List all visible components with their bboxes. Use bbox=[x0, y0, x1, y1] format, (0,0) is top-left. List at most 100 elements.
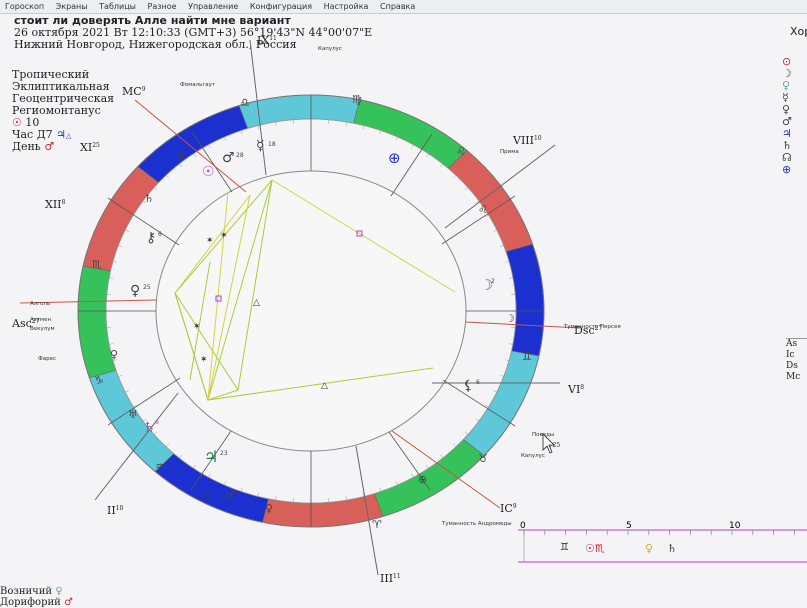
ix-label: IX11 bbox=[257, 34, 277, 47]
moon-icon: ☽ bbox=[782, 68, 792, 79]
zodiac-sign-segment bbox=[448, 150, 532, 251]
lilith-icon: ⚸ bbox=[463, 378, 473, 394]
chiron-degree: 6 bbox=[158, 231, 162, 238]
venus-icon: ♀ bbox=[645, 542, 653, 555]
degree-tick bbox=[346, 122, 347, 126]
degree-tick bbox=[493, 230, 497, 232]
earth-icon: ⊕ bbox=[418, 473, 427, 486]
degree-tick bbox=[453, 444, 456, 447]
degree-tick bbox=[465, 188, 468, 191]
degree-tick bbox=[485, 405, 488, 407]
sextile-icon: ✶ bbox=[220, 231, 228, 241]
strip-tick-label: 0 bbox=[520, 521, 526, 531]
mars-icon: ♂ bbox=[64, 597, 73, 608]
venus-degree: 25 bbox=[143, 284, 151, 291]
angle-row: Mc bbox=[786, 372, 807, 383]
degree-tick bbox=[154, 188, 157, 191]
degree-tick bbox=[166, 175, 169, 178]
degree-tick bbox=[396, 137, 398, 141]
star-label: Туманность Андромеды bbox=[441, 521, 512, 527]
sextile-icon: ✶ bbox=[200, 355, 208, 365]
mars-icon: ♂ bbox=[224, 489, 236, 504]
degree-tick bbox=[505, 360, 509, 361]
aries-icon: ♈ bbox=[372, 518, 382, 531]
degree-tick bbox=[118, 375, 122, 376]
trine-icon: △ bbox=[321, 381, 328, 391]
star-label: Фомальгаут bbox=[180, 82, 216, 88]
gemini-icon: ♊ bbox=[522, 350, 532, 363]
degree-tick bbox=[346, 496, 347, 500]
degree-tick bbox=[500, 245, 504, 246]
degree-tick bbox=[179, 164, 182, 167]
strip-tick-label: 10 bbox=[729, 521, 741, 531]
jupiter-degree: 23 bbox=[220, 450, 228, 457]
angles-table: As Ic Ds Mc bbox=[786, 338, 807, 383]
degree-tick bbox=[209, 474, 211, 477]
ic-label: IC9 bbox=[500, 502, 517, 515]
lilith-degree: 6 bbox=[476, 379, 480, 386]
degree-tick bbox=[241, 131, 242, 135]
capricorn-icon: ♑ bbox=[94, 374, 104, 387]
angle-row: As bbox=[786, 339, 807, 350]
degree-tick bbox=[380, 488, 381, 492]
degree-tick bbox=[363, 126, 364, 130]
sagittarius-icon: ♅ bbox=[128, 408, 138, 421]
degree-tick bbox=[380, 131, 381, 135]
xi-label: XI25 bbox=[80, 141, 100, 154]
scorpio-icon: ♏ bbox=[92, 258, 102, 271]
vi-label: VI8 bbox=[567, 383, 584, 396]
saturn-degree: 6 bbox=[155, 419, 159, 426]
star-label: Фарес bbox=[38, 356, 56, 362]
fortune-icon: ⊕ bbox=[782, 164, 791, 175]
degree-tick bbox=[465, 432, 468, 435]
degree-tick bbox=[440, 455, 443, 458]
venus-icon: ♀ bbox=[55, 586, 62, 597]
star-label: Туманность Персея bbox=[563, 324, 621, 330]
degree-tick bbox=[476, 419, 479, 421]
strip-tick-label: 5 bbox=[626, 521, 632, 531]
degree-tick bbox=[493, 390, 497, 392]
degree-tick bbox=[440, 164, 443, 167]
mercury-icon: ☿ bbox=[256, 138, 265, 154]
zodiac-sign-segment bbox=[506, 244, 544, 356]
degree-tick bbox=[500, 375, 504, 376]
degree-tick bbox=[258, 126, 259, 130]
bottom-star-name: Возничий bbox=[0, 586, 52, 597]
degree-tick bbox=[113, 261, 117, 262]
degree-tick bbox=[179, 455, 182, 458]
strip-ticks bbox=[524, 530, 794, 535]
sun-icon: ☉♏ bbox=[585, 542, 605, 555]
gemini-icon: ♊ bbox=[560, 542, 569, 553]
degree-tick bbox=[224, 481, 226, 485]
star-label: Алголь bbox=[30, 301, 50, 307]
star-label: Капулус bbox=[318, 46, 342, 52]
inner-circle bbox=[156, 171, 466, 451]
degree-tick bbox=[258, 493, 259, 497]
jupiter-ring-icon: ♃ bbox=[175, 150, 185, 163]
degree-tick bbox=[125, 230, 129, 232]
saturn-ring-icon: ♄ bbox=[144, 192, 154, 205]
saturn-icon: ♄ bbox=[143, 420, 156, 436]
venus-icon: ♀ bbox=[130, 283, 140, 299]
sun-ring-icon: ☉ bbox=[200, 490, 210, 503]
zodiac-sign-segment bbox=[138, 106, 248, 183]
moon-glyph-icon: ☽ bbox=[505, 312, 515, 325]
bottom-star-name: Дорифорий bbox=[0, 597, 61, 608]
degree-tick bbox=[166, 444, 169, 447]
libra-icon: ♎ bbox=[240, 96, 250, 109]
venus-icon: ♀ bbox=[782, 104, 790, 115]
sun-icon: ⊙ bbox=[782, 56, 791, 67]
moon-degree: 2 bbox=[491, 278, 495, 285]
zodiac-sign-segment bbox=[354, 100, 467, 169]
degree-tick bbox=[412, 474, 414, 477]
mercury-icon: ☿ bbox=[782, 92, 789, 103]
mercury-degree: 18 bbox=[268, 141, 276, 148]
degree-tick bbox=[396, 481, 398, 485]
degree-tick bbox=[125, 390, 129, 392]
saturn-icon: ♄ bbox=[667, 542, 677, 555]
degree-tick bbox=[241, 488, 242, 492]
mars-icon: ♂ bbox=[782, 116, 792, 127]
degree-tick bbox=[118, 245, 122, 246]
zodiac-sign-segment bbox=[83, 166, 159, 271]
ii-label: II10 bbox=[107, 504, 124, 517]
